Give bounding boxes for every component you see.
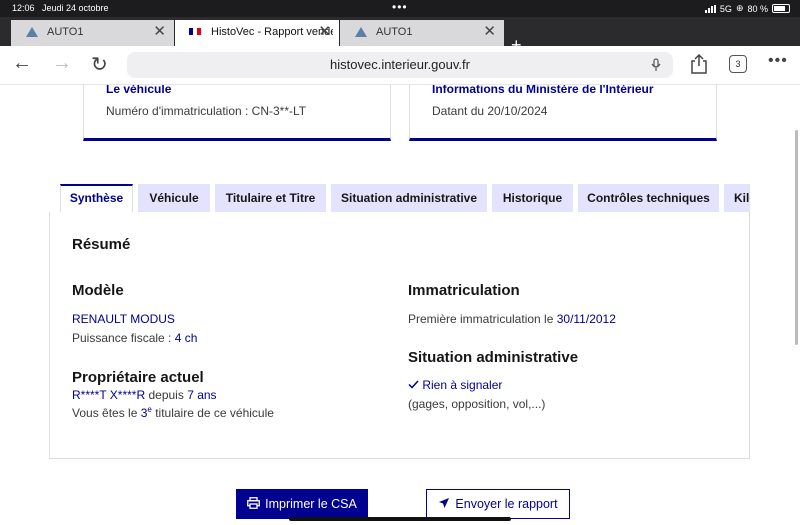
status-bar: 12:06 Jeudi 24 octobre ••• 5G ⊕ 80 %	[0, 0, 800, 17]
model-heading: Modèle	[72, 282, 124, 299]
card-title: Le véhicule	[106, 85, 172, 96]
auto1-favicon-icon	[26, 27, 38, 37]
tab-situation-administrative[interactable]: Situation administrative	[331, 184, 487, 212]
owner-since-value: 7 ans	[187, 388, 217, 402]
tab-title: AUTO1	[376, 26, 413, 38]
registration-label: Première immatriculation le	[408, 312, 557, 326]
page-content: Le véhicule Numéro d'immatriculation : C…	[0, 85, 800, 525]
battery-icon	[772, 4, 790, 13]
registration-line: Première immatriculation le 30/11/2012	[408, 312, 616, 326]
scrollbar[interactable]	[795, 130, 798, 345]
battery-label: 80 %	[747, 3, 768, 14]
registration-heading: Immatriculation	[408, 282, 520, 299]
more-options-icon[interactable]: •••	[768, 52, 788, 70]
multitask-dots-icon[interactable]: •••	[392, 0, 408, 14]
tab-kilometrage[interactable]: Kilométrage	[724, 184, 750, 212]
send-report-button[interactable]: Envoyer le rapport	[426, 489, 570, 519]
browser-toolbar: ← → ↻ histovec.interieur.gouv.fr 3 •••	[0, 46, 800, 85]
card-title: Informations du Ministère de l'Intérieur	[432, 85, 654, 96]
marianne-favicon-icon	[189, 28, 201, 35]
status-date: Jeudi 24 octobre	[42, 3, 109, 13]
browser-tab-auto1[interactable]: AUTO1 ✕	[11, 20, 174, 46]
send-icon	[439, 498, 450, 508]
synthese-panel: Résumé Modèle RENAULT MODUS Puissance fi…	[49, 212, 750, 459]
owner-line: R****T X****R depuis 7 ans	[72, 388, 217, 402]
printer-icon	[247, 497, 261, 509]
fiscal-power-label: Puissance fiscale :	[72, 331, 175, 345]
fiscal-power-value: 4 ch	[174, 331, 198, 345]
browser-tab-auto1[interactable]: AUTO1 ✕	[340, 20, 504, 46]
address-bar[interactable]: histovec.interieur.gouv.fr	[127, 52, 673, 78]
browser-tab-histovec[interactable]: HistoVec - Rapport vendeur ✕	[175, 20, 339, 46]
status-indicators: 5G ⊕ 80 %	[704, 3, 790, 14]
signal-icon	[704, 4, 716, 13]
forward-arrow-icon[interactable]: →	[52, 52, 72, 75]
summary-heading: Résumé	[72, 236, 131, 253]
tab-vehicule[interactable]: Véhicule	[138, 184, 210, 212]
tab-synthese[interactable]: Synthèse	[60, 184, 133, 212]
microphone-icon[interactable]	[651, 58, 661, 72]
titular-rank: Vous êtes le 3e titulaire de ce véhicule	[72, 405, 274, 420]
check-icon	[408, 380, 419, 389]
close-tab-icon[interactable]: ✕	[153, 20, 166, 44]
admin-situation-heading: Situation administrative	[408, 349, 579, 366]
tab-controles-techniques[interactable]: Contrôles techniques	[578, 184, 719, 212]
reload-icon[interactable]: ↻	[91, 52, 108, 77]
home-indicator[interactable]	[289, 517, 511, 521]
card-value: Datant du 20/10/2024	[432, 104, 548, 118]
auto1-favicon-icon	[355, 27, 367, 37]
url-text: histovec.interieur.gouv.fr	[330, 57, 470, 72]
close-tab-icon[interactable]: ✕	[483, 20, 496, 44]
model-name: RENAULT MODUS	[72, 312, 175, 326]
titular-rest: titulaire de ce véhicule	[151, 406, 274, 420]
vehicle-card: Le véhicule Numéro d'immatriculation : C…	[83, 85, 391, 141]
fiscal-power: Puissance fiscale : 4 ch	[72, 331, 197, 345]
orientation-lock-icon: ⊕	[735, 3, 744, 13]
tab-titulaire-titre[interactable]: Titulaire et Titre	[215, 184, 326, 212]
owner-name: R****T X****R	[72, 388, 146, 402]
tab-count-button[interactable]: 3	[729, 55, 747, 73]
status-time: 12:06	[12, 3, 35, 13]
print-csa-label: Imprimer le CSA	[265, 497, 357, 511]
admin-status: Rien à signaler	[408, 378, 502, 392]
close-tab-icon[interactable]: ✕	[318, 20, 331, 44]
admin-status-detail: (gages, opposition, vol,...)	[408, 397, 546, 411]
admin-status-text: Rien à signaler	[422, 378, 503, 392]
share-icon[interactable]	[690, 54, 708, 74]
ministry-info-card: Informations du Ministère de l'Intérieur…	[409, 85, 717, 141]
card-value: Numéro d'immatriculation : CN-3**-LT	[106, 104, 307, 118]
back-arrow-icon[interactable]: ←	[12, 52, 32, 75]
tab-historique[interactable]: Historique	[492, 184, 573, 212]
titular-prefix: Vous êtes le	[72, 406, 141, 420]
registration-date: 30/11/2012	[556, 312, 616, 326]
browser-tab-bar: AUTO1 ✕ HistoVec - Rapport vendeur ✕ AUT…	[0, 17, 800, 55]
report-tabs: Synthèse Véhicule Titulaire et Titre Sit…	[60, 184, 750, 212]
tab-title: AUTO1	[47, 26, 84, 38]
tab-title: HistoVec - Rapport vendeur	[211, 26, 333, 38]
owner-heading: Propriétaire actuel	[72, 369, 204, 386]
owner-since-label: depuis	[145, 388, 188, 402]
send-report-label: Envoyer le rapport	[455, 497, 558, 511]
network-label: 5G	[719, 3, 732, 14]
print-csa-button[interactable]: Imprimer le CSA	[236, 489, 368, 519]
